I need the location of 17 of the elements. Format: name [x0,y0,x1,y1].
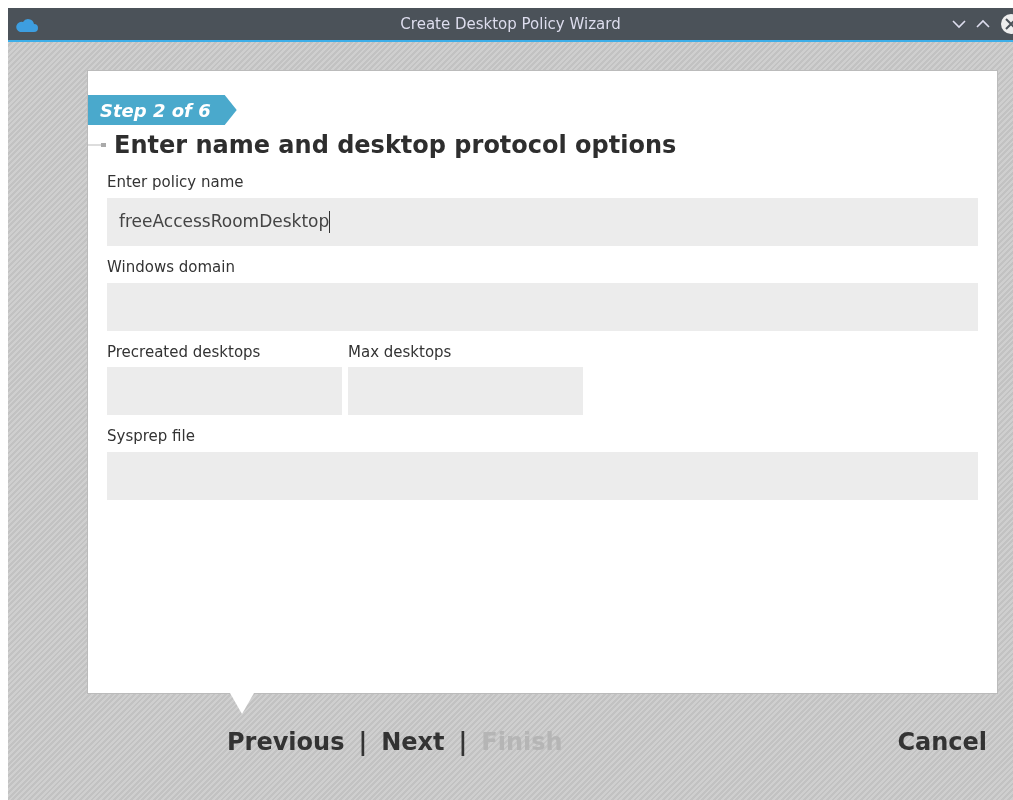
field-label: Max desktops [348,342,453,362]
field-label: Enter policy name [107,173,245,192]
separator: | [458,727,468,758]
window-title: Create Desktop Policy Wizard [399,13,622,35]
page-heading: Enter name and desktop protocol options [114,130,677,161]
field-label: Precreated desktops [107,342,262,362]
minimize-icon[interactable] [952,19,966,29]
field-label: Windows domain [107,257,236,277]
maximize-icon[interactable] [976,19,990,29]
input-field[interactable]: freeAccessRoomDesktop [107,197,978,246]
field-label: Sysprep file [107,427,196,446]
separator: | [358,727,368,758]
nav-button[interactable]: Previous [227,724,345,760]
cancel-button[interactable]: Cancel [897,724,987,760]
close-icon[interactable] [1000,13,1013,35]
nav-button[interactable]: Next [381,724,445,760]
step-badge: Step 2 of 6 [88,95,237,125]
